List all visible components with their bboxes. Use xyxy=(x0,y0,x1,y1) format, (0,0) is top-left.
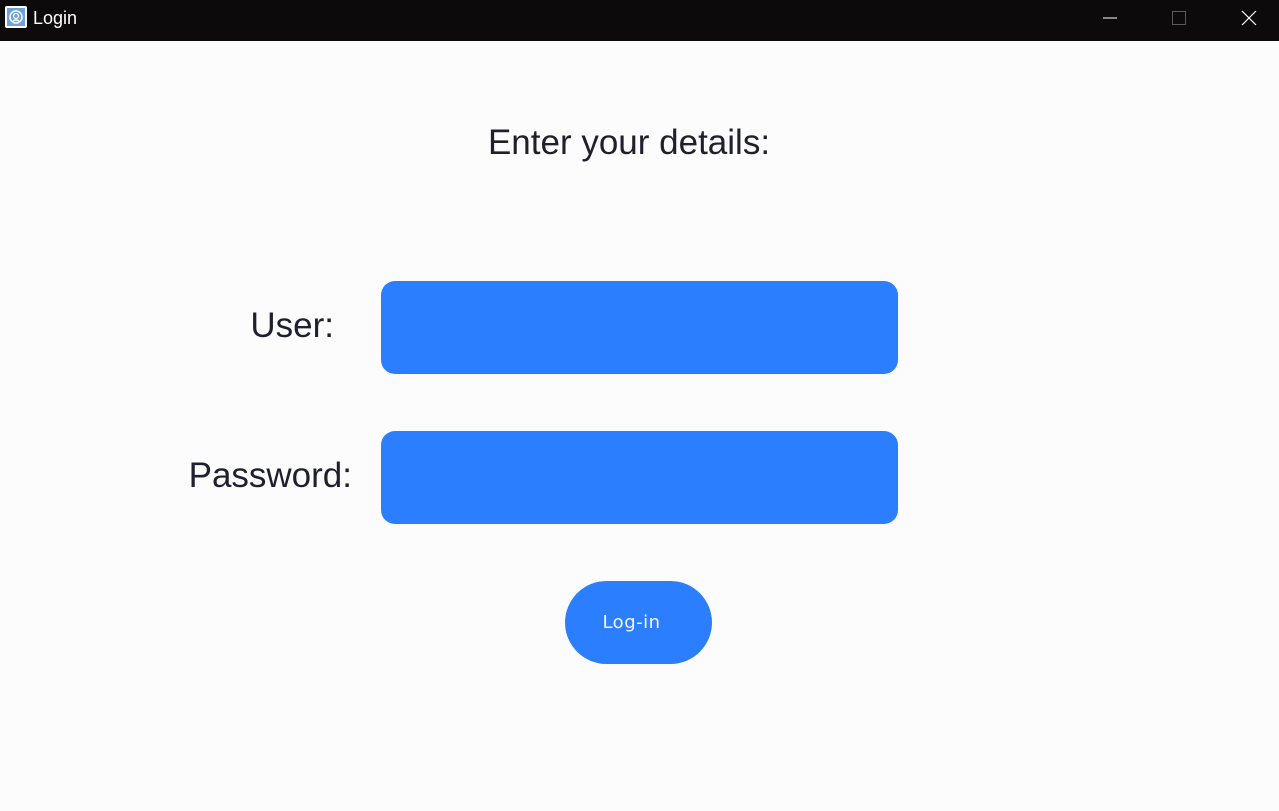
password-label: Password: xyxy=(188,456,352,495)
close-button[interactable] xyxy=(1214,0,1279,36)
login-button-label: Log-in xyxy=(602,612,661,633)
window-title: Login xyxy=(33,8,78,28)
maximize-button[interactable] xyxy=(1144,0,1214,36)
password-input[interactable] xyxy=(381,431,898,524)
minimize-button[interactable] xyxy=(1075,0,1145,36)
close-icon xyxy=(1241,10,1257,26)
user-label: User: xyxy=(250,306,334,345)
app-icon xyxy=(5,6,27,28)
minimize-icon xyxy=(1103,17,1117,19)
title-bar: Login xyxy=(0,0,1279,41)
form-heading: Enter your details: xyxy=(487,123,771,162)
maximize-icon xyxy=(1172,11,1186,25)
user-input[interactable] xyxy=(381,281,898,374)
login-window: Login Enter your details: User: Password… xyxy=(0,0,1279,811)
login-button[interactable]: Log-in xyxy=(565,581,712,664)
